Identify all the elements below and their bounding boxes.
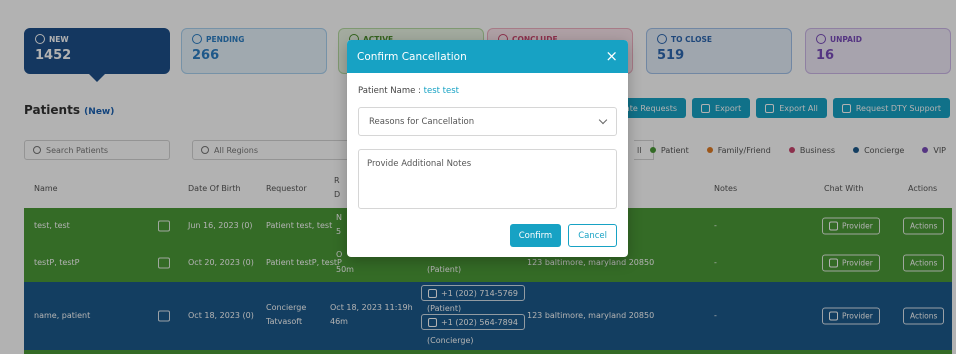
patient-name-label: Patient Name : [358,86,421,96]
additional-notes-placeholder: Provide Additional Notes [367,159,472,169]
confirm-cancellation-modal: Confirm Cancellation × Patient Name : te… [347,40,628,257]
patient-name-row: Patient Name : test test [358,86,617,96]
cancel-button[interactable]: Cancel [568,224,617,247]
cancellation-reason-select[interactable]: Reasons for Cancellation [358,107,617,136]
additional-notes-textarea[interactable]: Provide Additional Notes [358,149,617,209]
modal-body: Patient Name : test test Reasons for Can… [347,73,628,221]
chevron-down-icon [598,115,608,125]
confirm-button[interactable]: Confirm [509,224,562,247]
modal-header: Confirm Cancellation × [347,40,628,73]
patient-name-value: test test [423,86,460,96]
close-icon[interactable]: × [605,49,618,64]
cancellation-reason-placeholder: Reasons for Cancellation [369,116,475,127]
modal-footer: Confirm Cancel [509,224,617,247]
modal-title: Confirm Cancellation [357,50,467,63]
